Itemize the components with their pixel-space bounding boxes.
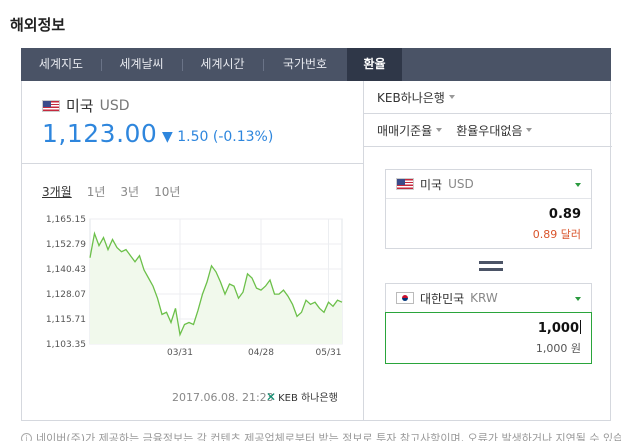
chevron-down-icon (526, 128, 533, 132)
chevron-down-icon (448, 95, 455, 99)
chevron-down-icon (575, 183, 581, 187)
info-tabs: 세계지도 세계날씨 세계시간 국가번호 환율 (21, 48, 611, 81)
currency-name: 미국 (66, 97, 94, 115)
bank-logo: ✕ KEB 하나은행 (266, 389, 338, 405)
currency-heading: 미국 USD (42, 95, 130, 116)
rate-change: ▼ 1.50 (-0.13%) (162, 129, 273, 145)
rate-type-dropdown[interactable]: 매매기준율 (377, 122, 443, 139)
text-cursor (580, 320, 581, 334)
period-3-years[interactable]: 3년 (120, 183, 139, 200)
x-tick-label: 03/31 (167, 348, 193, 356)
rate-options-row: 매매기준율 환율우대없음 (364, 114, 612, 147)
tab-world-weather[interactable]: 세계날씨 (101, 48, 182, 81)
period-3-months[interactable]: 3개월 (42, 183, 72, 200)
tab-exchange-rate[interactable]: 환율 (347, 48, 402, 81)
exchange-panel: 미국 USD 1,123.00 ▼ 1.50 (-0.13%) 3개월 1년 3… (21, 81, 612, 421)
divider (22, 163, 363, 164)
to-currency-box: 대한민국 KRW 1,000 1,000 원 (385, 283, 592, 365)
x-tick-label: 04/28 (248, 348, 274, 356)
disclaimer-text: 네이버(주)가 제공하는 금융정보는 각 컨텐츠 제공업체로부터 받는 정보로 … (36, 432, 621, 441)
rate-summary: 미국 USD 1,123.00 ▼ 1.50 (-0.13%) 3개월 1년 3… (22, 81, 363, 421)
tab-country-code[interactable]: 국가번호 (263, 48, 347, 81)
period-selector: 3개월 1년 3년 10년 (42, 183, 180, 200)
preferential-label: 환율우대없음 (456, 123, 523, 138)
down-arrow-icon: ▼ (162, 129, 173, 145)
info-icon: i (21, 432, 32, 441)
to-currency-name: 대한민국 (420, 291, 465, 306)
bank-selector-row: KEB하나은행 (364, 81, 612, 114)
y-tick-label: 1,165.15 (46, 215, 86, 225)
timestamp: 2017.06.08. 21:23 (172, 391, 274, 404)
exchange-rate-chart: 1,165.15 1,152.79 1,140.43 1,128.07 1,115.71… (46, 215, 343, 356)
preferential-dropdown[interactable]: 환율우대없음 (456, 122, 533, 139)
from-currency-box: 미국 USD 0.89 0.89 달러 (385, 169, 592, 249)
kr-flag-icon (396, 292, 414, 304)
y-tick-label: 1,115.71 (46, 315, 86, 325)
equals-icon (479, 261, 503, 272)
disclaimer: i 네이버(주)가 제공하는 금융정보는 각 컨텐츠 제공업체로부터 받는 정보… (21, 430, 621, 441)
chevron-down-icon (575, 297, 581, 301)
bank-dropdown-label: KEB하나은행 (377, 90, 445, 105)
from-currency-name: 미국 (420, 177, 443, 192)
rate-change-value: 1.50 (-0.13%) (177, 129, 274, 145)
us-flag-icon (42, 99, 60, 112)
rate-type-label: 매매기준율 (377, 123, 433, 138)
from-currency-select[interactable]: 미국 USD (386, 170, 591, 199)
y-tick-label: 1,140.43 (46, 265, 86, 275)
chevron-down-icon (436, 128, 443, 132)
converter-panel: KEB하나은행 매매기준율 환율우대없음 미국 USD 0.89 0.89 달러 (363, 81, 612, 421)
to-currency-select[interactable]: 대한민국 KRW (385, 283, 592, 312)
currency-code: USD (99, 97, 130, 114)
period-1-year[interactable]: 1년 (87, 183, 106, 200)
us-flag-icon (396, 178, 414, 190)
exchange-rate-value: 1,123.00 (42, 119, 158, 148)
y-tick-label: 1,103.35 (46, 340, 86, 350)
from-amount-text: 0.89 달러 (532, 228, 581, 241)
to-currency-code: KRW (470, 291, 498, 305)
y-tick-label: 1,128.07 (46, 290, 86, 300)
period-10-years[interactable]: 10년 (154, 183, 180, 200)
to-amount: 1,000 (537, 321, 579, 336)
keb-logo-icon: ✕ (266, 389, 277, 404)
bank-dropdown[interactable]: KEB하나은행 (377, 89, 455, 106)
x-tick-label: 05/31 (316, 348, 342, 356)
to-amount-text: 1,000 원 (535, 342, 581, 355)
tab-world-time[interactable]: 세계시간 (182, 48, 263, 81)
to-amount-input[interactable]: 1,000 1,000 원 (385, 312, 592, 364)
tab-world-map[interactable]: 세계지도 (21, 48, 101, 81)
y-tick-label: 1,152.79 (46, 240, 86, 250)
from-currency-code: USD (448, 177, 474, 191)
bank-logo-text: KEB 하나은행 (278, 393, 338, 404)
section-title: 해외정보 (10, 16, 66, 34)
from-amount[interactable]: 0.89 (386, 207, 591, 222)
